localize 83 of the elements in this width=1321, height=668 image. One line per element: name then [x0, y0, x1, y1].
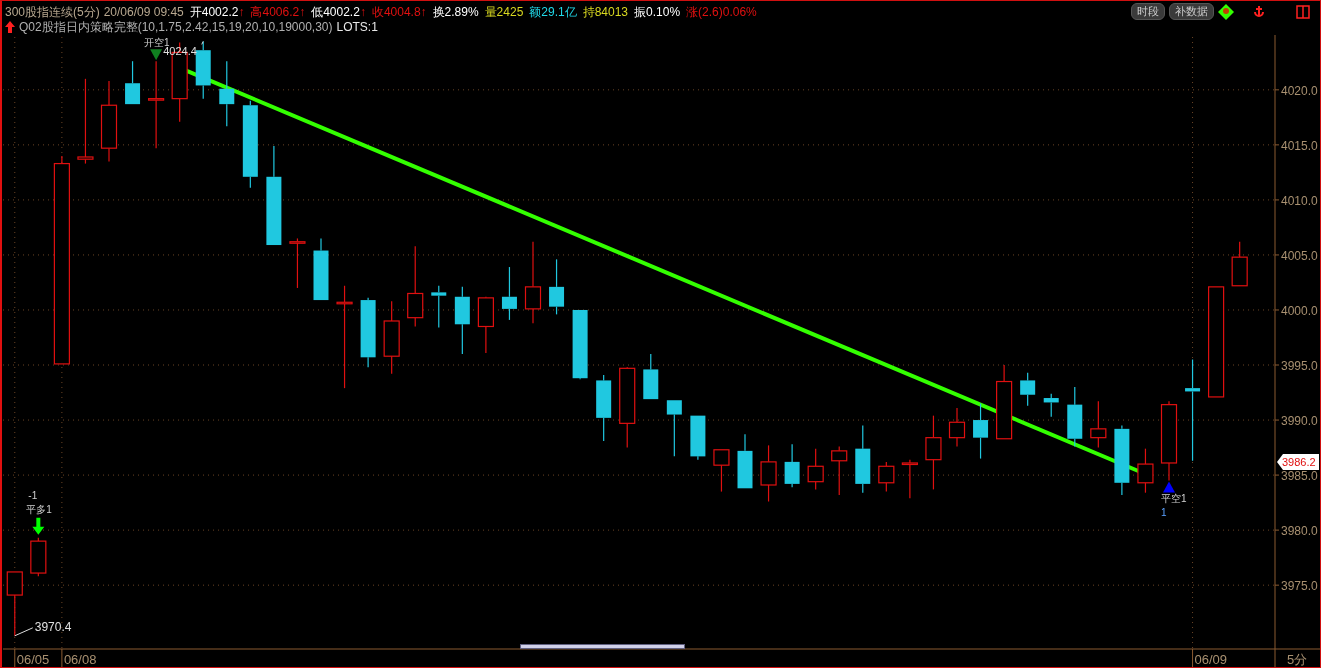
candlestick	[1137, 448, 1154, 494]
candlestick	[690, 415, 706, 461]
axis-tick-label: 4015.0	[1281, 138, 1318, 153]
up-arrow-icon	[5, 21, 15, 33]
candlestick	[431, 285, 447, 329]
panel-icon[interactable]	[1296, 4, 1310, 19]
datetime-text: 20/06/09 09:45	[103, 4, 184, 19]
candlestick	[289, 237, 306, 289]
candlestick	[6, 571, 23, 637]
signal-quantity: 1	[1161, 506, 1167, 518]
chart-title: 300股指连续(5分)	[5, 4, 100, 19]
candlestick	[195, 40, 211, 100]
leader-line	[14, 627, 34, 637]
candlestick	[360, 297, 376, 368]
candlestick	[219, 60, 235, 127]
quote-field: 额29.1亿	[529, 4, 577, 19]
quote-field: 换2.89%	[432, 4, 479, 19]
quote-field: 高4006.2↑	[250, 4, 306, 19]
candlestick	[1231, 241, 1248, 287]
timeframe-label: 5分	[1287, 652, 1308, 667]
candlestick	[901, 459, 918, 499]
candlestick	[596, 374, 612, 442]
signal-label: 平空1	[1161, 492, 1187, 504]
candlestick	[737, 433, 753, 489]
quote-field: 低4002.2↑	[311, 4, 366, 19]
candlestick	[1090, 400, 1107, 449]
anchor-icon[interactable]	[1252, 4, 1266, 19]
axis-tick-label: 3975.0	[1281, 579, 1318, 594]
candlestick	[973, 402, 989, 460]
candlestick	[549, 258, 565, 315]
axis-tick-label: 3990.0	[1281, 414, 1318, 429]
quote-field: 收4004.8↑	[371, 4, 427, 19]
candlestick	[760, 444, 777, 503]
candlestick	[948, 407, 966, 448]
axis-tick-label: 4000.0	[1281, 304, 1318, 318]
candlestick	[454, 286, 470, 355]
date-label: 06/09	[1194, 652, 1228, 667]
candlestick	[643, 353, 659, 400]
quote-field: 量2425	[484, 4, 524, 19]
candlestick	[807, 448, 824, 490]
up-triangle-icon	[1163, 481, 1175, 493]
axis-tick-label: 3980.0	[1281, 524, 1318, 539]
leader-line	[201, 40, 204, 45]
candlestick	[125, 60, 141, 105]
toolbar-button[interactable]: 时段	[1131, 3, 1165, 20]
date-label: 06/08	[63, 652, 97, 667]
quote-field: 涨(2.6)0.06%	[686, 4, 757, 19]
candlestick	[572, 309, 588, 380]
price-tag: 3986.2	[1277, 453, 1319, 470]
signal-label: 开空1	[144, 37, 170, 49]
price-label: 3970.4	[34, 619, 72, 634]
signal-label: 平多1	[26, 503, 52, 515]
toolbar-button[interactable]: 补数据	[1169, 3, 1214, 20]
strategy-name: Q02股指日内策略完整(10,1.75,2.42,15,19,20,10,19000,30)	[19, 20, 333, 34]
diamond-icon[interactable]	[1218, 3, 1234, 20]
quote-field: 开4002.2↑	[189, 4, 245, 19]
axis-tick-label: 3995.0	[1281, 359, 1318, 373]
candlestick	[831, 445, 848, 496]
axis-tick-label: 3985.0	[1281, 469, 1318, 484]
quote-field: 持84013	[582, 4, 629, 19]
lots-text: LOTS:1	[336, 20, 378, 34]
candlestick	[1067, 386, 1083, 448]
candlestick	[1114, 424, 1130, 496]
candlestick	[477, 296, 494, 354]
axis-tick-label: 4005.0	[1281, 248, 1318, 263]
candlestick	[666, 399, 682, 457]
axis-tick-label: 4020.0	[1281, 83, 1318, 98]
candlestick	[713, 449, 730, 493]
down-arrow-icon	[32, 517, 45, 535]
down-triangle-icon	[150, 49, 163, 61]
axis-tick-label: 4010.0	[1281, 193, 1318, 208]
quote-field: 振0.10%	[634, 4, 681, 19]
candlestick	[1020, 372, 1036, 407]
candlestick	[501, 266, 517, 321]
signal-quantity: -1	[28, 489, 38, 501]
candlestick	[878, 461, 895, 493]
candlestick	[855, 424, 871, 494]
candlestick	[313, 237, 329, 301]
candlestick	[30, 537, 47, 577]
candlestick	[784, 443, 800, 488]
scrollbar[interactable]	[520, 644, 685, 649]
date-label: 06/05	[16, 652, 50, 667]
candlestick	[1043, 393, 1059, 418]
